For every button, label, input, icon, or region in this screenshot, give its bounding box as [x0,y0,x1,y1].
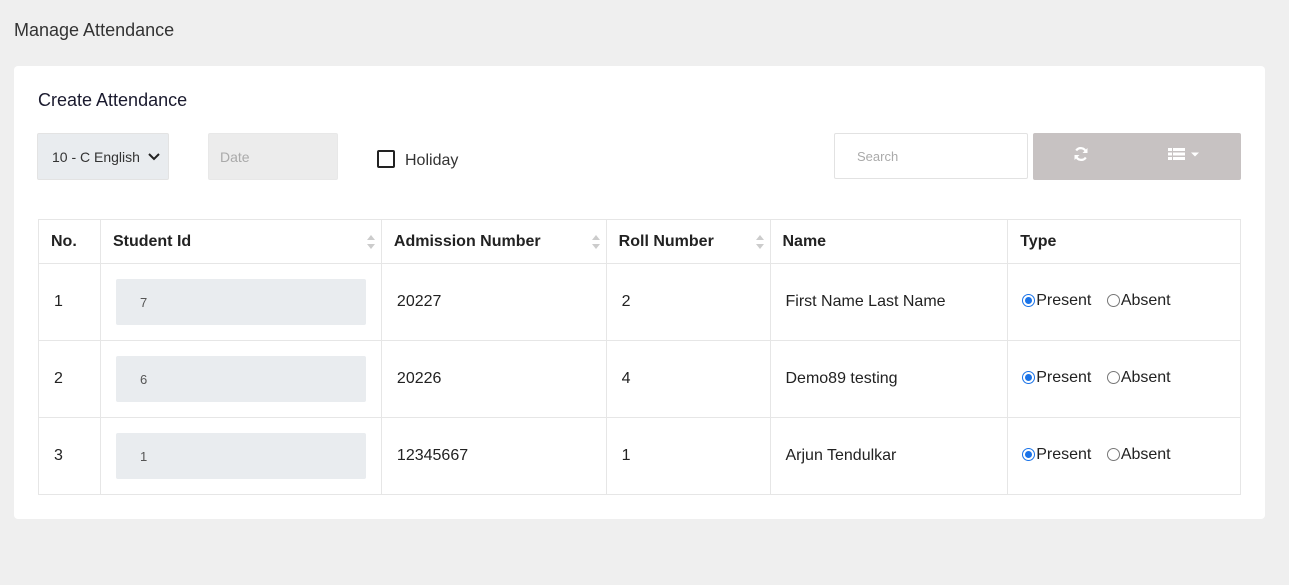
attendance-card: Create Attendance 10 - C English Date Ho… [14,66,1265,519]
date-input[interactable]: Date [208,133,338,180]
type-cell: Present Absent [1007,417,1241,495]
refresh-icon [1073,146,1089,167]
columns-list-icon [1168,147,1202,166]
date-placeholder: Date [220,148,250,165]
student-id-field[interactable]: 6 [115,356,366,402]
radio-circle[interactable] [1022,448,1036,462]
holiday-label: Holiday [405,152,459,169]
student-id-field[interactable]: 7 [115,279,366,325]
toolbar-button-group [1033,133,1241,180]
table-row: 2 6 20226 4 Demo89 testing Present Absen… [38,340,1241,418]
search-input[interactable]: Search [834,133,1028,179]
sort-icon[interactable] [591,234,600,250]
absent-radio[interactable]: Absent [1106,446,1171,464]
present-radio[interactable]: Present [1022,292,1091,310]
header-admission-number[interactable]: Admission Number [380,219,607,264]
row-no: 1 [38,263,101,341]
sort-icon[interactable] [366,234,375,250]
sort-icon[interactable] [755,234,764,250]
student-name: First Name Last Name [769,263,1009,341]
table-row: 3 1 12345667 1 Arjun Tendulkar Present A… [38,417,1241,495]
class-select[interactable]: 10 - C English [37,133,169,180]
row-no: 2 [38,340,101,418]
radio-circle[interactable] [1106,371,1120,385]
admission-number: 20226 [380,340,607,418]
table-header-row: No. Student Id Admission Number Roll Num… [38,219,1241,264]
roll-number: 4 [605,340,771,418]
radio-circle[interactable] [1022,371,1036,385]
header-no: No. [38,219,101,264]
absent-radio[interactable]: Absent [1106,292,1171,310]
roll-number: 2 [605,263,771,341]
chevron-down-icon [148,152,162,161]
search-placeholder: Search [857,148,899,164]
roll-number: 1 [605,417,771,495]
absent-radio[interactable]: Absent [1106,369,1171,387]
header-student-id[interactable]: Student Id [99,219,382,264]
admission-number: 12345667 [380,417,607,495]
columns-dropdown-button[interactable] [1129,133,1241,180]
radio-circle[interactable] [1106,448,1120,462]
radio-circle[interactable] [1106,294,1120,308]
radio-circle[interactable] [1022,294,1036,308]
class-select-value: 10 - C English [52,148,140,165]
present-radio[interactable]: Present [1022,446,1091,464]
header-type: Type [1007,219,1241,264]
row-no: 3 [38,417,101,495]
student-name: Arjun Tendulkar [769,417,1009,495]
admission-number: 20227 [380,263,607,341]
holiday-checkbox[interactable]: Holiday [377,148,458,170]
attendance-table: No. Student Id Admission Number Roll Num… [38,219,1241,495]
header-name: Name [769,219,1009,264]
refresh-button[interactable] [1033,133,1129,180]
header-roll-number[interactable]: Roll Number [605,219,771,264]
table-row: 1 7 20227 2 First Name Last Name Present… [38,263,1241,341]
student-id-field[interactable]: 1 [115,433,366,479]
student-name: Demo89 testing [769,340,1009,418]
type-cell: Present Absent [1007,340,1241,418]
type-cell: Present Absent [1007,263,1241,341]
page-title: Manage Attendance [14,20,175,40]
card-title: Create Attendance [38,90,188,110]
holiday-checkbox-box[interactable] [377,150,395,168]
present-radio[interactable]: Present [1022,369,1091,387]
